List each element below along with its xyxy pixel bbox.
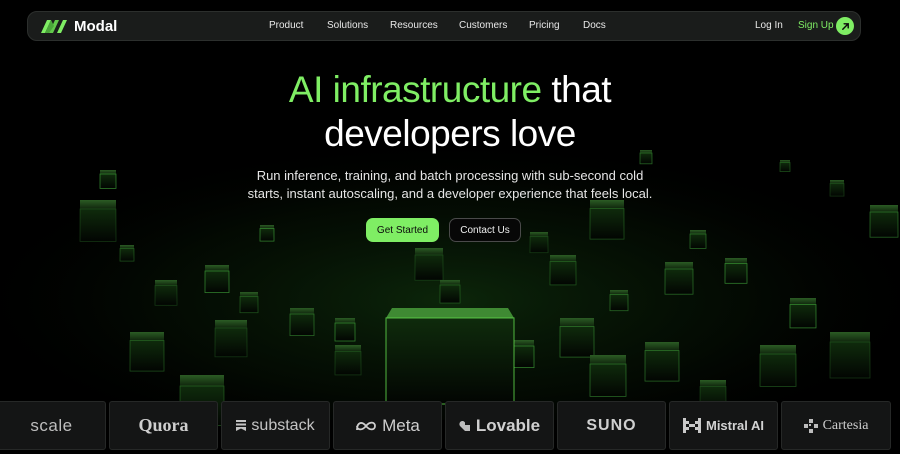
subtext-line-2: starts, instant autoscaling, and a devel… xyxy=(247,186,653,201)
decorative-cube xyxy=(644,342,680,382)
top-navbar: Modal Product Solutions Resources Custom… xyxy=(27,11,861,41)
nav-item-docs[interactable]: Docs xyxy=(583,20,606,31)
decorative-cube xyxy=(259,225,275,242)
decorative-cube xyxy=(154,280,178,306)
decorative-cube xyxy=(129,332,165,372)
contact-us-button[interactable]: Contact Us xyxy=(449,218,521,242)
customer-logo-cartesia: Cartesia xyxy=(781,401,891,450)
decorative-cube xyxy=(589,200,625,240)
decorative-cube xyxy=(664,262,694,295)
decorative-cube xyxy=(119,245,135,262)
decorative-cube xyxy=(414,248,444,281)
nav-links: Product Solutions Resources Customers Pr… xyxy=(28,12,860,40)
decorative-cube xyxy=(239,292,259,314)
hero-headline: AI infrastructure that developers love xyxy=(0,68,900,156)
nav-item-solutions[interactable]: Solutions xyxy=(327,20,368,31)
customer-logo-scale: scale xyxy=(0,401,106,450)
logo-label: substack xyxy=(251,416,315,434)
hero-subtext: Run inference, training, and batch proce… xyxy=(0,167,900,203)
arrow-up-right-icon xyxy=(841,22,849,30)
mistral-pixel-icon xyxy=(682,418,701,433)
logo-label: Mistral AI xyxy=(705,418,765,433)
substack-icon xyxy=(236,420,247,431)
customer-logo-lovable: Lovable xyxy=(445,401,554,450)
customer-logo-meta: Meta xyxy=(333,401,442,450)
customer-logo-suno: SUNO xyxy=(557,401,666,450)
cartesia-pixel-icon xyxy=(803,418,818,433)
login-link[interactable]: Log In xyxy=(755,20,783,31)
decorative-cube xyxy=(589,355,627,397)
decorative-cube xyxy=(204,265,230,294)
decorative-cube xyxy=(79,200,117,242)
logo-label: scale xyxy=(30,415,73,435)
customer-logo-strip: scale Quora substack Meta Lovable SUNO M… xyxy=(0,401,900,450)
decorative-cube xyxy=(529,232,549,254)
decorative-cube xyxy=(609,290,629,312)
logo-label: Lovable xyxy=(475,415,541,435)
customer-logo-substack: substack xyxy=(221,401,330,450)
nav-item-customers[interactable]: Customers xyxy=(459,20,507,31)
get-started-button[interactable]: Get Started xyxy=(366,218,439,242)
logo-label: Quora xyxy=(138,415,189,435)
logo-label: Meta xyxy=(382,415,420,435)
headline-highlight: AI infrastructure xyxy=(288,69,542,110)
headline-rest: that xyxy=(551,69,612,110)
decorative-cube xyxy=(759,345,797,387)
central-cube xyxy=(385,308,515,405)
decorative-cube xyxy=(549,255,577,286)
decorative-cube xyxy=(829,332,871,379)
decorative-cube xyxy=(789,298,817,329)
decorative-cube xyxy=(334,345,362,376)
decorative-cube xyxy=(724,258,748,284)
decorative-cube xyxy=(214,320,248,358)
decorative-cube xyxy=(439,280,461,304)
customer-logo-mistral: Mistral AI xyxy=(669,401,778,450)
decorative-cube xyxy=(289,308,315,337)
decorative-cube xyxy=(869,205,899,238)
decorative-cube xyxy=(689,230,707,249)
signup-arrow-button[interactable] xyxy=(836,17,854,35)
logo-label: Cartesia xyxy=(822,417,869,433)
decorative-cube xyxy=(559,318,595,358)
nav-item-product[interactable]: Product xyxy=(269,20,303,31)
customer-logo-quora: Quora xyxy=(109,401,218,450)
subtext-line-1: Run inference, training, and batch proce… xyxy=(256,168,644,183)
nav-item-resources[interactable]: Resources xyxy=(390,20,438,31)
signup-link[interactable]: Sign Up xyxy=(798,20,834,31)
lovable-heart-icon xyxy=(459,420,470,431)
logo-label: SUNO xyxy=(586,416,637,434)
headline-line2: developers love xyxy=(324,113,576,154)
decorative-cube xyxy=(334,318,356,342)
meta-infinity-icon xyxy=(356,421,376,430)
nav-item-pricing[interactable]: Pricing xyxy=(529,20,560,31)
